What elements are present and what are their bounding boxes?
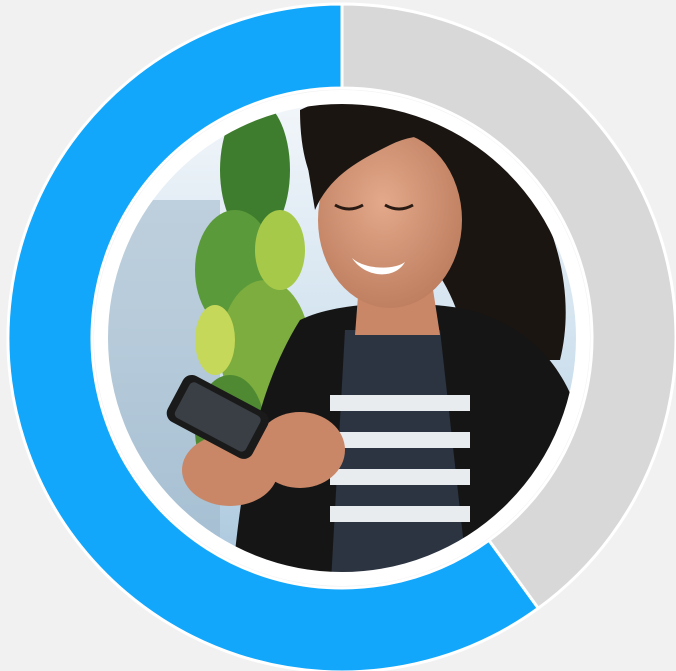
- hand-right: [255, 412, 345, 488]
- donut-chart-stage: [0, 0, 676, 671]
- donut-chart: [6, 2, 676, 671]
